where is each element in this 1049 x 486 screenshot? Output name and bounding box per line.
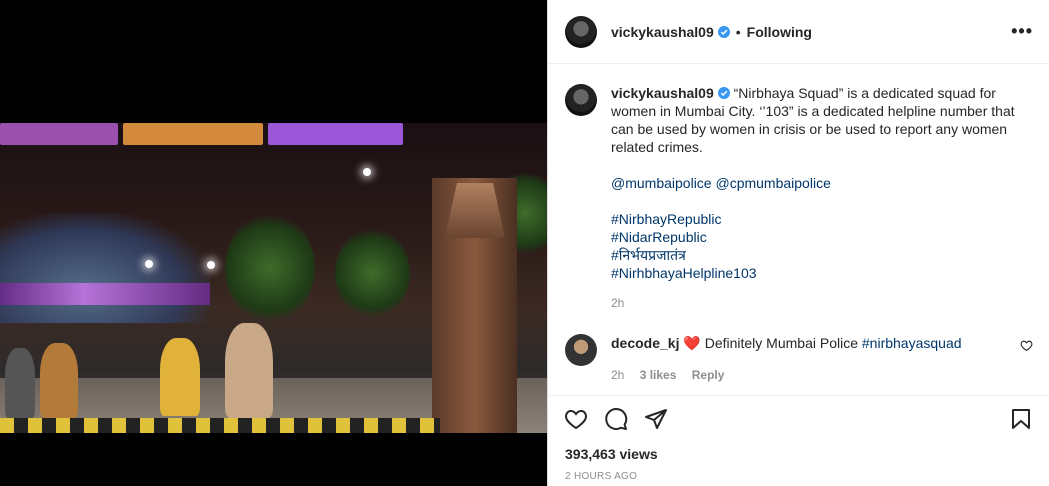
shop-sign — [0, 123, 118, 145]
post-side-panel: vickykaushal09 • Following ••• vickykaus… — [547, 0, 1049, 486]
person — [40, 343, 78, 418]
shop-sign — [268, 123, 403, 145]
separator-dot: • — [735, 23, 741, 40]
heart-icon[interactable] — [564, 407, 588, 431]
commenter-username[interactable]: decode_kj — [611, 335, 679, 351]
more-options-icon[interactable]: ••• — [1011, 21, 1033, 42]
action-bar — [548, 395, 1049, 441]
mention-link[interactable]: @mumbaipolice — [611, 175, 712, 191]
person — [160, 338, 200, 416]
reply-button[interactable]: Reply — [692, 368, 725, 382]
comment-bubble-icon[interactable] — [604, 407, 628, 431]
hashtag-link[interactable]: #निर्भयप्रजातंत्र — [611, 246, 1031, 264]
post-header: vickykaushal09 • Following ••• — [548, 0, 1049, 64]
verified-badge-icon — [717, 25, 730, 38]
person — [5, 348, 35, 418]
comments-area[interactable]: vickykaushal09 “Nirbhaya Squad” is a ded… — [548, 64, 1049, 394]
post-timestamp[interactable]: 2 HOURS AGO — [565, 471, 637, 482]
street-lamp — [363, 168, 371, 176]
shop-sign — [123, 123, 263, 145]
author-avatar[interactable] — [565, 15, 597, 48]
comment-timestamp[interactable]: 2h — [611, 368, 624, 382]
comment-item: decode_kj ❤️ Definitely Mumbai Police #n… — [565, 334, 1033, 384]
tree — [225, 213, 315, 323]
striped-barrier — [0, 418, 440, 433]
following-button[interactable]: Following — [747, 24, 812, 40]
station-canopy — [0, 213, 210, 323]
author-avatar[interactable] — [565, 84, 597, 116]
street-lamp — [145, 260, 153, 268]
hashtag-link[interactable]: #NirhbhayaHelpline103 — [611, 264, 1031, 282]
comment-likes[interactable]: 3 likes — [640, 368, 677, 382]
paper-plane-icon[interactable] — [644, 407, 668, 431]
comment-text: Definitely Mumbai Police — [704, 335, 858, 351]
person — [225, 323, 273, 418]
hashtag-link[interactable]: #NirbhayRepublic — [611, 210, 1031, 228]
view-count[interactable]: 393,463 views — [565, 446, 658, 462]
lit-signboard — [0, 283, 210, 305]
video-frame[interactable] — [0, 123, 547, 433]
hashtag-link[interactable]: #NidarRepublic — [611, 228, 1031, 246]
street-lamp — [207, 261, 215, 269]
heart-emoji: ❤️ — [683, 335, 701, 351]
caption-timestamp[interactable]: 2h — [611, 296, 1033, 310]
verified-badge-icon — [717, 87, 730, 99]
post-media[interactable] — [0, 0, 547, 486]
hashtag-link[interactable]: #nirbhayasquad — [862, 335, 962, 351]
bookmark-icon[interactable] — [1009, 407, 1033, 431]
tree — [335, 228, 410, 318]
caption-text: vickykaushal09 “Nirbhaya Squad” is a ded… — [611, 84, 1031, 282]
mention-link[interactable]: @cpmumbaipolice — [715, 175, 830, 191]
caption-username[interactable]: vickykaushal09 — [611, 85, 714, 101]
caption: vickykaushal09 “Nirbhaya Squad” is a ded… — [565, 84, 1033, 282]
commenter-avatar[interactable] — [565, 334, 597, 366]
small-heart-icon[interactable] — [1020, 339, 1033, 352]
author-username[interactable]: vickykaushal09 — [611, 24, 714, 40]
